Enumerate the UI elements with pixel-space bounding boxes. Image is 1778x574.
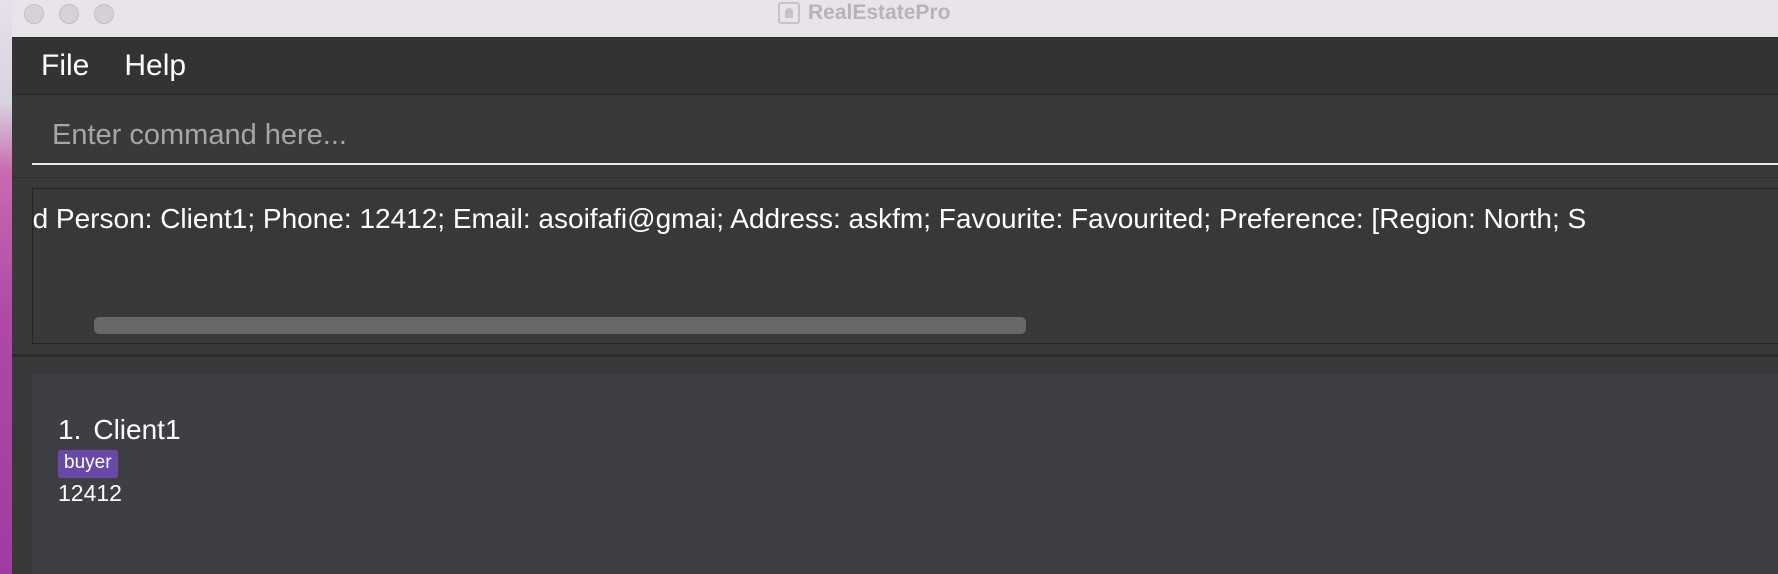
person-name: Client1 <box>93 414 181 445</box>
app-icon <box>778 2 800 24</box>
person-phone: 12412 <box>58 480 122 506</box>
result-display-box[interactable]: ed Person: Client1; Phone: 12412; Email:… <box>32 188 1778 344</box>
menu-help[interactable]: Help <box>124 49 186 83</box>
menu-bar: File Help <box>12 38 1778 95</box>
command-box-panel <box>12 95 1778 179</box>
window-title: RealEstatePro <box>808 1 951 24</box>
result-display-panel: ed Person: Client1; Phone: 12412; Email:… <box>12 178 1778 357</box>
person-index: 1. <box>58 414 82 445</box>
person-card[interactable]: 1. Client1 buyer 12412 <box>32 374 1778 574</box>
person-name-line: 1. Client1 <box>58 414 181 446</box>
command-input[interactable] <box>32 107 1778 165</box>
person-list-panel: 1. Client1 buyer 12412 <box>12 358 1778 574</box>
result-display-text: ed Person: Client1; Phone: 12412; Email:… <box>32 203 1587 234</box>
horizontal-scrollbar[interactable] <box>94 317 1026 334</box>
close-window-button[interactable] <box>24 4 44 24</box>
desktop-background <box>0 0 12 574</box>
minimize-window-button[interactable] <box>59 4 79 24</box>
menu-file[interactable]: File <box>41 49 89 83</box>
window-title-group: RealEstatePro <box>778 0 950 26</box>
app-window: RealEstatePro File Help ed Person: Clien… <box>12 0 1778 574</box>
title-bar: RealEstatePro <box>12 0 1778 38</box>
person-tag: buyer <box>58 450 118 478</box>
zoom-window-button[interactable] <box>94 4 114 24</box>
